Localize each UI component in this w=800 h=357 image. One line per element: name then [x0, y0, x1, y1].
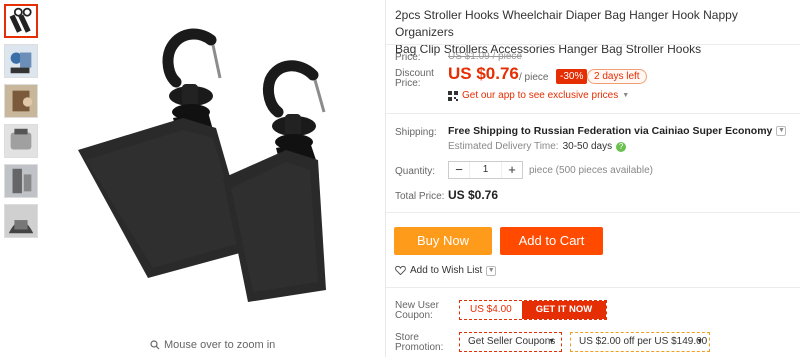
thumbnail-6[interactable] [4, 204, 38, 238]
dropdown-arrow-icon: ▼ [696, 338, 703, 345]
original-price: US $1.09 / piece [448, 51, 522, 62]
quantity-increase-button[interactable]: + [502, 162, 522, 178]
thumbnail-4[interactable] [4, 124, 38, 158]
divider [386, 113, 800, 114]
dropdown-arrow-icon: ▼ [622, 92, 630, 99]
divider [386, 44, 800, 45]
add-to-wishlist-link[interactable]: Add to Wish List ▼ [395, 265, 497, 276]
price-label: Price: [395, 52, 421, 63]
thumbnail-3[interactable] [4, 84, 38, 118]
total-price-label: Total Price: [395, 191, 445, 202]
discount-label-price: Price: [395, 78, 421, 89]
store-promotion-dropdown[interactable]: US $2.00 off per US $149.00 ▼ [570, 332, 710, 352]
estimated-delivery-label: Estimated Delivery Time: [448, 141, 559, 152]
chevron-down-icon[interactable]: ▼ [486, 265, 497, 276]
total-price-value: US $0.76 [448, 188, 499, 202]
estimated-delivery: Estimated Delivery Time: 30-50 days ? [448, 141, 627, 152]
new-user-coupon-label-2: Coupon: [395, 310, 433, 321]
zoom-hint-text: Mouse over to zoom in [164, 339, 276, 351]
thumbnail-5[interactable] [4, 164, 38, 198]
seller-coupons-dropdown[interactable]: Get Seller Coupons ▼ [459, 332, 562, 352]
zoom-hint: Mouse over to zoom in [150, 339, 275, 351]
thumbnail-1[interactable] [4, 4, 38, 38]
add-to-cart-button[interactable]: Add to Cart [500, 227, 603, 255]
heart-icon [395, 265, 406, 276]
chevron-down-icon[interactable]: ▼ [776, 126, 787, 136]
quantity-label: Quantity: [395, 166, 436, 177]
shipping-method[interactable]: Free Shipping to Russian Federation via … [448, 125, 787, 137]
divider [386, 212, 800, 213]
divider [386, 287, 800, 288]
percent-off-badge: -30% [556, 69, 588, 84]
shipping-label: Shipping: [395, 127, 437, 138]
new-user-coupon-amount: US $4.00 [460, 301, 522, 319]
quantity-available: piece (500 pieces available) [529, 165, 653, 176]
days-left-badge: 2 days left [587, 69, 647, 84]
help-icon[interactable]: ? [616, 141, 627, 152]
quantity-stepper: − 1 + [448, 161, 523, 179]
add-to-wishlist-text: Add to Wish List [410, 265, 483, 276]
new-user-coupon: US $4.00 GET IT NOW [459, 300, 608, 320]
quantity-input[interactable]: 1 [469, 162, 502, 178]
thumbnail-2[interactable] [4, 44, 38, 78]
app-promo-link[interactable]: Get our app to see exclusive prices ▼ [448, 90, 629, 101]
discount-price: US $0.76 [448, 64, 519, 83]
product-title-line-1: 2pcs Stroller Hooks Wheelchair Diaper Ba… [395, 8, 738, 39]
seller-coupons-text: Get Seller Coupons [468, 336, 556, 347]
qr-code-icon [448, 90, 458, 101]
quantity-decrease-button[interactable]: − [449, 162, 469, 178]
product-hook-right [223, 60, 326, 302]
store-promotion-label-2: Promotion: [395, 342, 444, 353]
app-promo-text: Get our app to see exclusive prices [462, 90, 619, 101]
magnifier-icon [150, 340, 160, 350]
buy-now-button[interactable]: Buy Now [394, 227, 492, 255]
shipping-method-text: Free Shipping to Russian Federation via … [448, 125, 773, 137]
store-promotion-text: US $2.00 off per US $149.00 [579, 336, 708, 347]
estimated-delivery-value: 30-50 days [562, 141, 613, 152]
get-it-now-button[interactable]: GET IT NOW [521, 301, 607, 319]
product-info-panel: 2pcs Stroller Hooks Wheelchair Diaper Ba… [385, 0, 800, 357]
dropdown-arrow-icon: ▼ [548, 338, 555, 345]
thumbnail-strip [4, 4, 40, 244]
main-product-image[interactable] [48, 0, 378, 357]
price-unit: / piece [519, 72, 549, 83]
product-hook-left [78, 28, 251, 278]
